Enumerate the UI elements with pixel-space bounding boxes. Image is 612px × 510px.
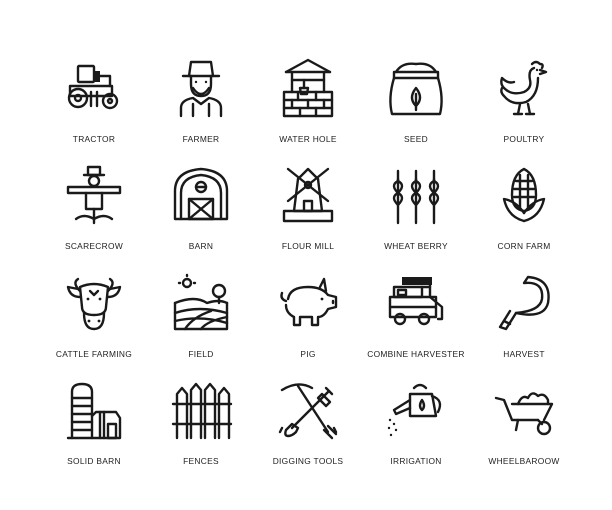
harvest-icon (498, 275, 550, 331)
pig-icon (280, 277, 338, 327)
icon-cell-wheelbarrow: WHEELBAROOW (463, 380, 585, 488)
wheelbarrow-icon (494, 392, 554, 436)
field-icon (173, 273, 229, 331)
corn-farm-icon (502, 167, 546, 223)
icon-cell-field: FIELD (140, 273, 262, 381)
icon-cell-seed: SEED (355, 58, 477, 166)
icon-label: HARVEST (503, 349, 545, 359)
icon-cell-tractor: TRACTOR (33, 58, 155, 166)
water-hole-icon (282, 58, 334, 118)
icon-cell-fences: FENCES (140, 380, 262, 488)
icon-cell-cattle-farming: CATTLE FARMING (33, 273, 155, 381)
icon-cell-poultry: POULTRY (463, 58, 585, 166)
icon-cell-solid-barn: SOLID BARN (33, 380, 155, 488)
icon-cell-flour-mill: FLOUR MILL (247, 165, 369, 273)
wheat-berry-icon (392, 169, 440, 225)
icon-label: WHEELBAROOW (488, 456, 560, 466)
icon-cell-scarecrow: SCARECROW (33, 165, 155, 273)
combine-harvester-icon (388, 277, 444, 326)
icon-label: POULTRY (503, 134, 545, 144)
tractor-icon (67, 64, 119, 110)
icon-cell-wheat-berry: WHEAT BERRY (355, 165, 477, 273)
irrigation-icon (387, 383, 442, 437)
icon-label: CORN FARM (497, 241, 551, 251)
icon-cell-combine-harvester: COMBINE HARVESTER (355, 273, 477, 381)
icon-cell-farmer: FARMER (140, 58, 262, 166)
icon-cell-water-hole: WATER HOLE (247, 58, 369, 166)
farmer-icon (179, 60, 223, 118)
icon-grid: TRACTOR FARMER WATER HOLE SEED POULTRY S… (0, 0, 612, 510)
icon-cell-pig: PIG (247, 273, 369, 381)
solid-barn-icon (66, 382, 122, 440)
seed-icon (389, 62, 443, 116)
cattle-farming-icon (66, 277, 122, 331)
fences-icon (171, 382, 233, 440)
icon-cell-irrigation: IRRIGATION (355, 380, 477, 488)
icon-cell-digging-tools: DIGGING TOOLS (247, 380, 369, 488)
icon-cell-barn: BARN (140, 165, 262, 273)
icon-cell-corn-farm: CORN FARM (463, 165, 585, 273)
flour-mill-icon (282, 167, 334, 223)
icon-cell-harvest: HARVEST (463, 273, 585, 381)
barn-icon (173, 167, 229, 221)
scarecrow-icon (66, 165, 122, 225)
digging-tools-icon (278, 383, 338, 440)
poultry-icon (500, 60, 548, 116)
